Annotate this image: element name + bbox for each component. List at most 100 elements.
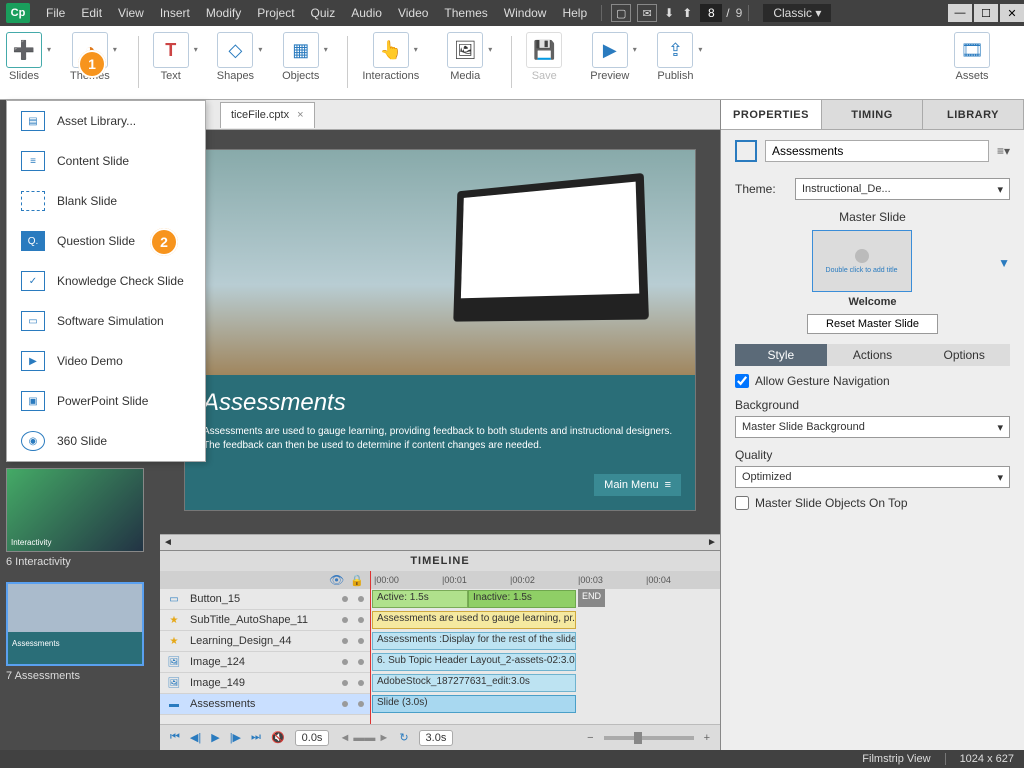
scroll-right-icon[interactable]: ► (704, 537, 720, 548)
maximize-button[interactable]: ☐ (974, 4, 998, 22)
record-icon[interactable]: ▢ (611, 4, 631, 22)
playhead[interactable] (370, 571, 371, 724)
menu-audio[interactable]: Audio (343, 6, 390, 20)
step-back-icon[interactable]: ◀| (190, 731, 201, 744)
gesture-checkbox[interactable] (735, 374, 749, 388)
master-thumbnail[interactable]: Double click to add title (812, 230, 912, 292)
ribbon-save[interactable]: 💾 Save (526, 32, 562, 82)
minimize-button[interactable]: — (948, 4, 972, 22)
chevron-down-icon[interactable]: ▼ (998, 256, 1010, 270)
timeline-layer-list: 👁 🔒 ▭Button_15 ★SubTitle_AutoShape_11 ★L… (160, 571, 370, 724)
tab-properties[interactable]: PROPERTIES (721, 100, 822, 129)
goto-end-icon[interactable]: ⏭ (251, 731, 261, 744)
zoom-in-icon[interactable]: + (704, 732, 710, 744)
ribbon-objects[interactable]: ▦▾ Objects (282, 32, 319, 82)
timeline-row-button15[interactable]: ▭Button_15 (160, 589, 370, 610)
ribbon-text[interactable]: T▾ Text (153, 32, 189, 82)
download-icon[interactable]: ⬇ (664, 6, 674, 20)
ribbon-shapes[interactable]: ◇▾ Shapes (217, 32, 254, 82)
panel-menu-icon[interactable]: ≡▾ (997, 144, 1010, 158)
ribbon-interactions[interactable]: 👆▾ Interactions (362, 32, 419, 82)
zoom-slider[interactable] (604, 736, 694, 740)
menu-knowledge-check[interactable]: ✓Knowledge Check Slide (7, 261, 205, 301)
loop-icon[interactable]: ↻ (399, 731, 408, 744)
shapes-icon: ◇ (228, 40, 242, 61)
menu-video[interactable]: Video (390, 6, 436, 20)
menu-themes[interactable]: Themes (436, 6, 495, 20)
menu-powerpoint[interactable]: ▣PowerPoint Slide (7, 381, 205, 421)
timeline-row-learning[interactable]: ★Learning_Design_44 (160, 631, 370, 652)
bar-slide[interactable]: Slide (3.0s) (372, 695, 576, 713)
menu-file[interactable]: File (38, 6, 73, 20)
tab-library[interactable]: LIBRARY (923, 100, 1024, 129)
filmstrip-thumb-7[interactable]: Assessments (6, 582, 144, 666)
timeline-row-slide[interactable]: ▬Assessments (160, 694, 370, 715)
bar-image149[interactable]: AdobeStock_187277631_edit:3.0s (372, 674, 576, 692)
bar-active[interactable]: Active: 1.5s (372, 590, 468, 608)
ribbon-assets[interactable]: 🎞 Assets (954, 32, 990, 82)
quality-select[interactable]: Optimized▾ (735, 466, 1010, 488)
bar-image124[interactable]: 6. Sub Topic Header Layout_2-assets-02:3… (372, 653, 576, 671)
current-page[interactable]: 8 (700, 4, 722, 22)
mute-icon[interactable]: 🔇 (271, 731, 285, 744)
menu-window[interactable]: Window (496, 6, 555, 20)
goto-start-icon[interactable]: ⏮ (170, 731, 180, 744)
menu-content-slide[interactable]: ≡Content Slide (7, 141, 205, 181)
ribbon-preview[interactable]: ▶▾ Preview (590, 32, 629, 82)
menubar: Cp File Edit View Insert Modify Project … (0, 0, 1024, 26)
background-select[interactable]: Master Slide Background▾ (735, 416, 1010, 438)
menu-project[interactable]: Project (249, 6, 302, 20)
subtab-actions[interactable]: Actions (827, 344, 919, 366)
timeline-row-subtitle[interactable]: ★SubTitle_AutoShape_11 (160, 610, 370, 631)
file-tab[interactable]: ticeFile.cptx × (220, 102, 315, 128)
layout-selector[interactable]: Classic ▾ (763, 4, 831, 22)
theme-select[interactable]: Instructional_De...▾ (795, 178, 1010, 200)
menu-edit[interactable]: Edit (73, 6, 110, 20)
menu-blank-slide[interactable]: Blank Slide (7, 181, 205, 221)
stage[interactable]: Assessments Assessments are used to gaug… (160, 130, 720, 534)
ribbon-media[interactable]: 🖼▾ Media (447, 32, 483, 82)
menu-asset-library[interactable]: ▤Asset Library... (7, 101, 205, 141)
menu-view[interactable]: View (110, 6, 152, 20)
play-tl-icon[interactable]: ▶ (211, 731, 219, 744)
horizontal-scrollbar[interactable]: ◄ ► (160, 534, 720, 550)
slide-body[interactable]: Assessments are used to gauge learning, … (203, 425, 677, 453)
menu-software-sim[interactable]: ▭Software Simulation (7, 301, 205, 341)
menu-video-demo[interactable]: ▶Video Demo (7, 341, 205, 381)
close-tab-icon[interactable]: × (297, 109, 303, 121)
reset-master-button[interactable]: Reset Master Slide (807, 314, 938, 334)
bar-subtitle[interactable]: Assessments are used to gauge learning, … (372, 611, 576, 629)
bar-learning[interactable]: Assessments :Display for the rest of the… (372, 632, 576, 650)
mail-icon[interactable]: ✉ (637, 4, 657, 22)
close-button[interactable]: ✕ (1000, 4, 1024, 22)
menu-360-slide[interactable]: ◉360 Slide (7, 421, 205, 461)
zoom-out-icon[interactable]: − (587, 732, 593, 744)
slide-title[interactable]: Assessments (203, 389, 677, 417)
bar-inactive[interactable]: Inactive: 1.5s (468, 590, 576, 608)
timeline-track-area[interactable]: |00:00 |00:01 |00:02 |00:03 |00:04 END A… (370, 571, 720, 724)
slide-name-input[interactable] (765, 140, 989, 162)
menu-modify[interactable]: Modify (198, 6, 249, 20)
visibility-icon[interactable]: 👁 (329, 573, 344, 587)
filmstrip-view-label[interactable]: Filmstrip View (862, 753, 930, 765)
menu-quiz[interactable]: Quiz (303, 6, 344, 20)
scroll-left-icon[interactable]: ◄ (160, 537, 176, 548)
slide-image (185, 150, 695, 375)
lock-icon[interactable]: 🔒 (350, 574, 364, 587)
master-on-top-checkbox[interactable] (735, 496, 749, 510)
ribbon-slides[interactable]: ➕▾ Slides (6, 32, 42, 82)
step-fwd-icon[interactable]: |▶ (230, 731, 241, 744)
menu-insert[interactable]: Insert (152, 6, 198, 20)
menu-help[interactable]: Help (554, 6, 595, 20)
ribbon-publish[interactable]: ⇪▾ Publish (657, 32, 693, 82)
timeline-row-image124[interactable]: 🖼Image_124 (160, 652, 370, 673)
filmstrip-thumb-6[interactable]: Interactivity (6, 468, 144, 552)
subtab-style[interactable]: Style (735, 344, 827, 366)
slide-canvas[interactable]: Assessments Assessments are used to gaug… (185, 150, 695, 510)
total-pages: 9 (736, 6, 743, 20)
tab-timing[interactable]: TIMING (822, 100, 923, 129)
subtab-options[interactable]: Options (918, 344, 1010, 366)
upload-icon[interactable]: ⬆ (682, 6, 692, 20)
timeline-row-image149[interactable]: 🖼Image_149 (160, 673, 370, 694)
main-menu-button[interactable]: Main Menu ≡ (594, 474, 681, 496)
